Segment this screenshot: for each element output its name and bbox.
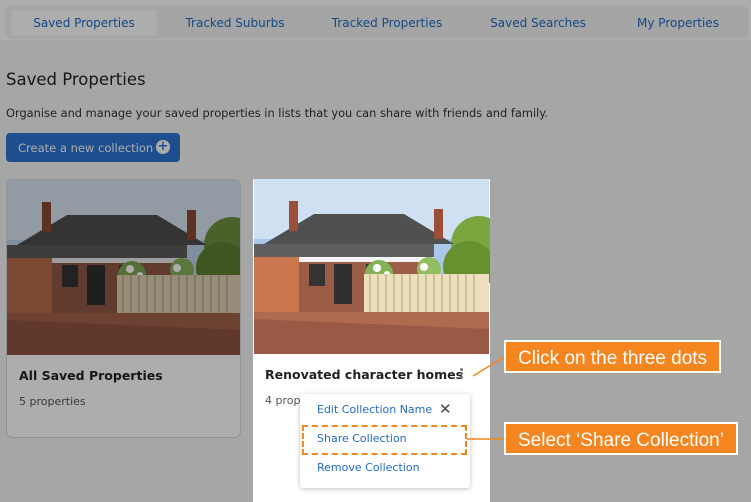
callout-select-share: Select ‘Share Collection’ <box>504 422 738 455</box>
callout-click-dots: Click on the three dots <box>504 340 722 373</box>
saved-properties-page: Saved Properties Tracked Suburbs Tracked… <box>0 0 751 502</box>
